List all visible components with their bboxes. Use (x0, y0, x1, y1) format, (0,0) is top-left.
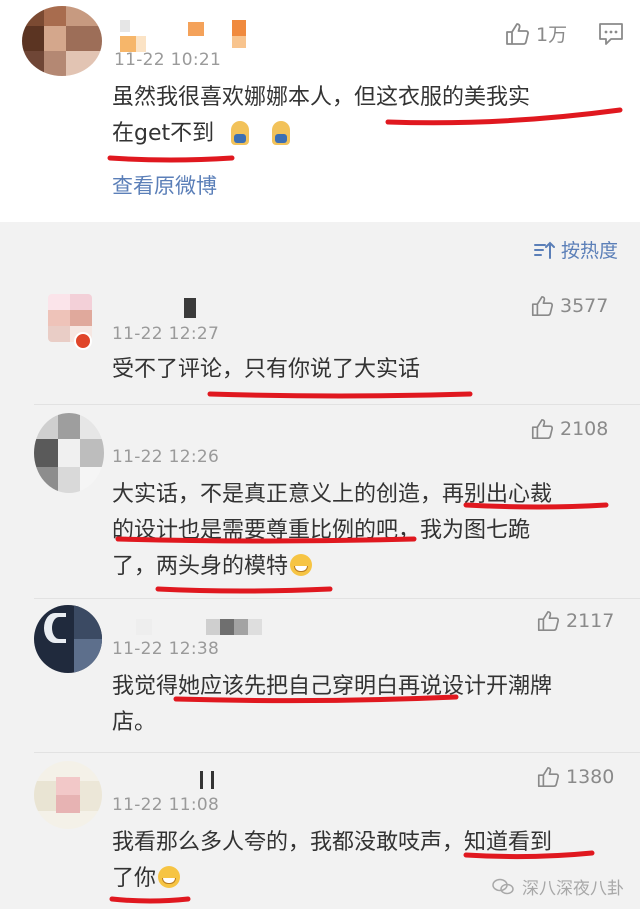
timestamp: 11-22 12:26 (112, 447, 220, 467)
top-comment-card: 11-22 10:21 1万 虽然我很喜欢娜娜本人，但这衣服的美我实 在get不… (0, 0, 640, 222)
thumbs-up-icon (531, 295, 554, 317)
comment-text-line: 大实话，不是真正意义上的创造，再别出心裁 (112, 482, 553, 507)
like-button[interactable]: 1380 (536, 765, 614, 789)
timestamp: 11-22 12:38 (112, 639, 220, 659)
view-original-link[interactable]: 查看原微博 (112, 170, 217, 200)
avatar[interactable] (34, 761, 102, 829)
comment-text-line: 了，两头身的模特 (112, 549, 314, 585)
like-button[interactable]: 3577 (530, 294, 608, 318)
like-count: 1380 (566, 766, 615, 788)
avatar[interactable] (34, 413, 104, 493)
emoji-icon (272, 121, 291, 145)
username-redacted[interactable] (200, 771, 214, 789)
like-count: 2117 (566, 610, 615, 632)
like-button[interactable]: 1万 (504, 20, 567, 47)
comment-text-line: 在get不到 (112, 116, 292, 152)
comment-text-line: 我看那么多人夸的，我都没敢吱声，知道看到 (112, 830, 553, 855)
username-redacted[interactable] (136, 619, 268, 635)
comment-item: 11-22 12:26 2108 大实话，不是真正意义上的创造，再别出心裁 的设… (0, 405, 640, 597)
username-redacted[interactable] (116, 18, 266, 54)
watermark: 深八深夜八卦 (492, 874, 624, 899)
comment-text-line: 的设计也是需要尊重比例的吧，我为图七跪 (112, 518, 531, 543)
timestamp: 11-22 11:08 (112, 795, 220, 815)
laughing-emoji-icon (290, 554, 313, 576)
thumbs-up-icon (531, 418, 554, 440)
laughing-emoji-icon (158, 866, 181, 888)
thumbs-up-icon (537, 766, 560, 788)
comment-text-line: 了你 (112, 861, 182, 897)
avatar[interactable] (22, 6, 102, 76)
comment-text-line: 虽然我很喜欢娜娜本人，但这衣服的美我实 (112, 85, 531, 110)
emoji-icon (231, 121, 250, 145)
timestamp: 11-22 10:21 (114, 50, 222, 70)
comment-item: 11-22 12:38 2117 我觉得她应该先把自己穿明白再说设计开潮牌 店。 (0, 599, 640, 749)
comment-item: 11-22 12:27 3577 受不了评论，只有你说了大实话 (0, 276, 640, 404)
thumbs-up-icon (506, 22, 529, 45)
like-button[interactable]: 2117 (536, 609, 614, 633)
comment-icon[interactable] (598, 22, 624, 46)
comment-text-line: 我觉得她应该先把自己穿明白再说设计开潮牌 (112, 674, 553, 699)
like-count: 2108 (560, 418, 609, 440)
timestamp: 11-22 12:27 (112, 324, 220, 344)
like-count: 1万 (536, 24, 568, 46)
comment-text-line: 店。 (112, 710, 157, 735)
comment-text-line: 受不了评论，只有你说了大实话 (112, 357, 421, 382)
like-button[interactable]: 2108 (530, 417, 608, 441)
sort-icon (533, 241, 555, 259)
username-redacted[interactable] (184, 298, 196, 318)
thumbs-up-icon (537, 610, 560, 632)
watermark-text: 深八深夜八卦 (522, 879, 624, 899)
wechat-icon (492, 878, 514, 894)
sort-label: 按热度 (560, 240, 618, 262)
avatar[interactable] (34, 605, 102, 673)
like-count: 3577 (560, 295, 609, 317)
sort-by-hot-button[interactable]: 按热度 (533, 236, 618, 263)
verified-badge-icon (74, 332, 92, 350)
